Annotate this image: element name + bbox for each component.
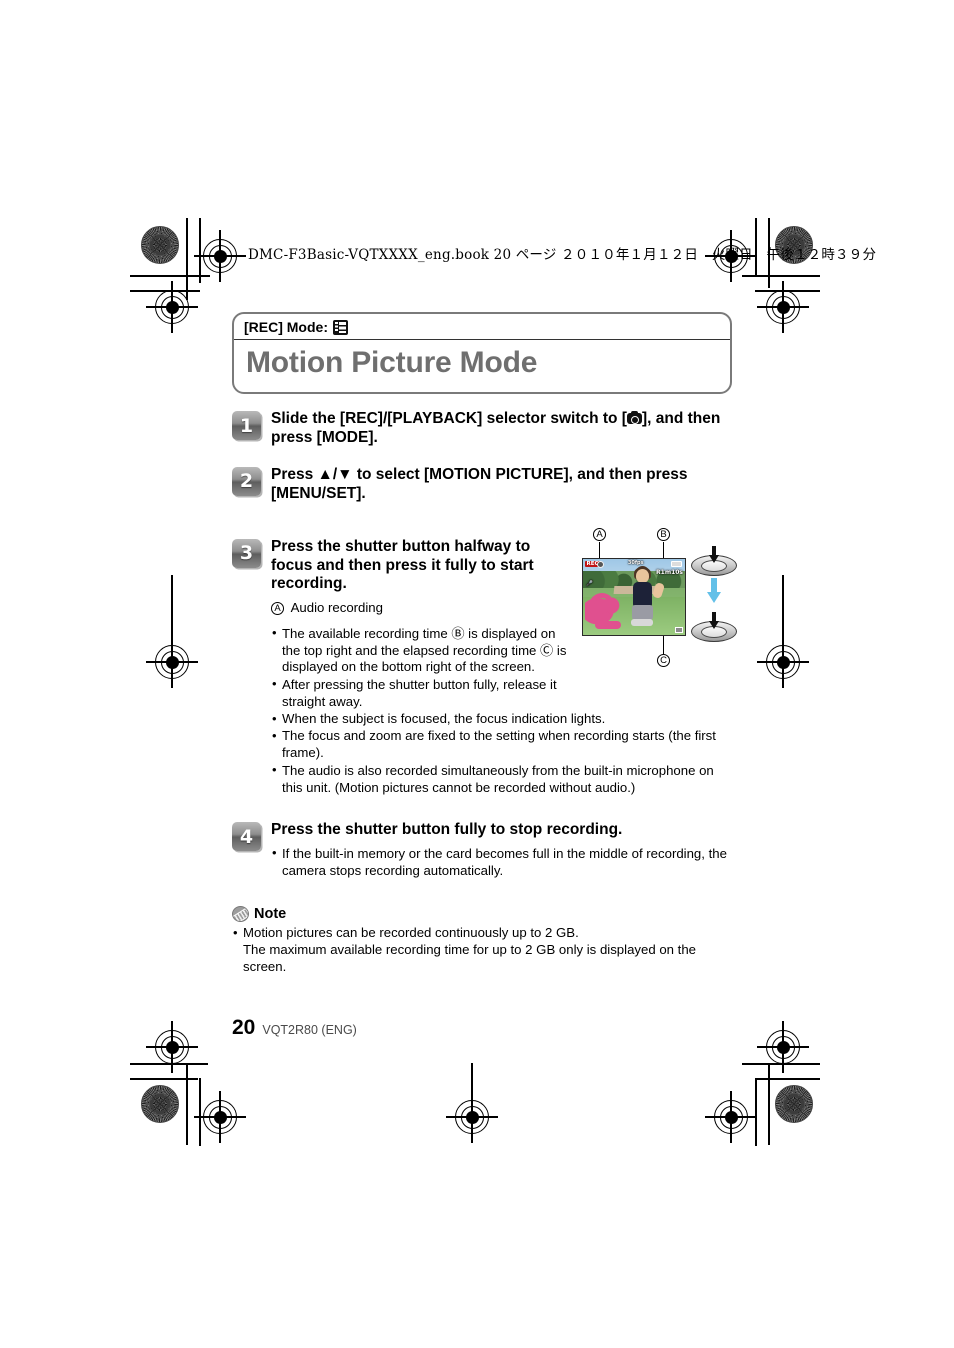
step-1-heading: Slide the [REC]/[PLAYBACK] selector swit… (271, 410, 732, 448)
step-3-figure: A B C REC 🎤 30fps R1m10s (571, 527, 737, 678)
step-3-legend-text: Audio recording (290, 600, 383, 616)
step-3-bullet-1: The available recording time Ⓑ is displa… (271, 625, 571, 677)
step-4-number: 4 (232, 822, 261, 852)
step-1-number: 1 (232, 411, 261, 440)
crop-line-bottom-left-v2 (199, 1078, 201, 1146)
callout-a-label: A (593, 527, 606, 541)
step-4-bullet-1: If the built-in memory or the card becom… (271, 845, 732, 880)
crop-line-bottom-right-v1 (768, 1063, 770, 1145)
lcd-gear-icon (597, 560, 604, 568)
camera-illustration: A B C REC 🎤 30fps R1m10s (575, 527, 750, 668)
step-3-heading: Press the shutter button halfway to focu… (271, 537, 534, 593)
crop-line-bottom-right-h2 (755, 1078, 820, 1080)
crop-line-bottom-right-v2 (755, 1078, 757, 1146)
crosshair-mark-right-upper (757, 281, 809, 333)
press-down-arrow-icon (709, 545, 719, 564)
crosshair-mark-left-middle (146, 636, 198, 688)
footer-document-code: VQT2R80 (ENG) (262, 1023, 357, 1037)
step-2-heading: Press ▲/▼ to select [MOTION PICTURE], an… (271, 465, 688, 502)
lcd-flamingo-ride (585, 586, 627, 631)
step-3-legend-row: A Audio recording (271, 600, 571, 617)
crosshair-mark-left-upper (146, 281, 198, 333)
title-box: [REC] Mode: Motion Picture Mode (232, 312, 732, 394)
battery-icon (671, 560, 682, 567)
print-registration-star-top-left (141, 226, 179, 264)
crop-line-bottom-right-h1 (742, 1063, 820, 1065)
step-4: 4 Press the shutter button fully to stop… (232, 821, 732, 880)
step-4-bullets: If the built-in memory or the card becom… (271, 845, 732, 880)
step-3-legend: A Audio recording (271, 600, 571, 617)
step-3-bullet-5: The audio is also recorded simultaneousl… (271, 762, 732, 797)
note-heading: Note (232, 906, 732, 923)
crop-line-left-middle (171, 575, 173, 650)
crosshair-mark-right-lower (757, 1021, 809, 1073)
step-2-number: 2 (232, 466, 261, 496)
motion-picture-icon (333, 319, 348, 335)
note-pencil-icon (232, 906, 249, 923)
shutter-button-halfway (691, 545, 737, 576)
crop-line-bottom-left-h2 (130, 1078, 198, 1080)
step-2: 2 Press ▲/▼ to select [MOTION PICTURE], … (232, 466, 732, 504)
note-bullet-1-line1: Motion pictures can be recorded continuo… (243, 925, 579, 941)
step-3: 3 Press the shutter button halfway to fo… (232, 527, 737, 797)
crosshair-mark-right-middle (757, 636, 809, 688)
step-4-heading: Press the shutter button fully to stop r… (271, 821, 623, 839)
crop-line-top-right-h2 (755, 290, 820, 292)
page-footer: 20 VQT2R80 (ENG) (232, 1016, 357, 1040)
note-section: Note Motion pictures can be recorded con… (232, 906, 732, 976)
shutter-button-full (691, 611, 737, 642)
print-registration-star-bottom-right (775, 1085, 813, 1123)
lcd-child-subject (627, 566, 666, 627)
step-3-bullet-4: The focus and zoom are fixed to the sett… (271, 728, 732, 762)
crosshair-mark-left-lower (146, 1021, 198, 1073)
lcd-available-time: R1m10s (656, 568, 683, 576)
crop-line-bottom-left-h1 (130, 1063, 208, 1065)
callout-a-marker: A (271, 602, 284, 616)
note-title: Note (254, 906, 287, 923)
page-content: [REC] Mode: Motion Picture Mode 1 Slide … (232, 312, 737, 976)
lcd-center-indicator: 30fps (627, 559, 644, 566)
callout-b-label: B (657, 527, 670, 541)
crosshair-mark-bottom-right (705, 1091, 757, 1143)
camera-lcd-preview: REC 🎤 30fps R1m10s (582, 557, 686, 636)
step-3-bullet-3: When the subject is focused, the focus i… (271, 711, 732, 728)
press-down-arrow-icon-2 (709, 611, 719, 630)
crop-line-bottom-center (471, 1063, 473, 1113)
crosshair-mark-top-left (194, 230, 246, 282)
callout-c-label: C (657, 653, 670, 667)
crosshair-mark-bottom-left (194, 1091, 246, 1143)
step-3-bullet-2: After pressing the shutter button fully,… (271, 676, 571, 711)
crop-line-top-left-h1 (130, 275, 210, 277)
crop-line-top-right-h1 (742, 275, 820, 277)
footer-page-number: 20 (232, 1016, 256, 1039)
crop-line-top-left-h2 (130, 290, 200, 292)
print-registration-star-bottom-left (141, 1085, 179, 1123)
crop-line-right-middle (782, 575, 784, 650)
camera-icon (626, 410, 642, 424)
note-bullet-1-line2: The maximum available recording time for… (243, 942, 696, 974)
step-3-number: 3 (232, 538, 261, 568)
lcd-audio-indicator: 🎤 (586, 580, 593, 587)
page-title: Motion Picture Mode (246, 346, 538, 379)
crop-line-top-left-v2 (199, 218, 201, 283)
rec-mode-label: [REC] Mode: (244, 319, 328, 335)
crop-line-bottom-left-v1 (186, 1063, 188, 1145)
note-body: Motion pictures can be recorded continuo… (232, 925, 732, 976)
step-1: 1 Slide the [REC]/[PLAYBACK] selector sw… (232, 410, 732, 448)
document-build-header: DMC-F3Basic-VQTXXXX_eng.book 20 ページ ２０１０… (248, 247, 877, 263)
crop-line-top-left-v1 (186, 218, 188, 300)
step-1-heading-pre: Slide the [REC]/[PLAYBACK] selector swit… (271, 410, 627, 427)
lcd-elapsed-time-indicator (675, 626, 683, 633)
transition-down-arrow-icon (707, 577, 721, 604)
rec-mode-row: [REC] Mode: (234, 314, 730, 340)
note-bullet-1: Motion pictures can be recorded continuo… (232, 925, 732, 976)
